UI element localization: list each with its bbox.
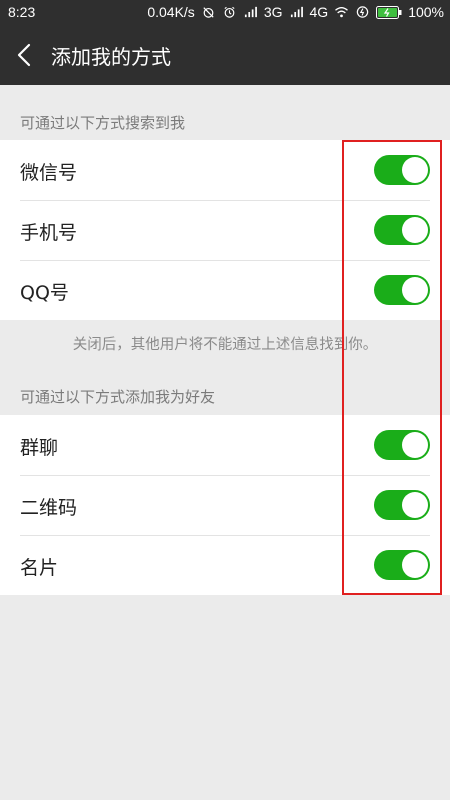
wifi-icon (335, 7, 349, 18)
business-card-toggle[interactable] (374, 550, 430, 580)
qq-toggle[interactable] (374, 275, 430, 305)
toggle-knob (402, 552, 428, 578)
toggle-knob (402, 157, 428, 183)
row-label: 群聊 (20, 437, 59, 459)
status-bar: 8:23 0.04K/s 3G 4G 100% (0, 0, 450, 26)
toggle-knob (402, 432, 428, 458)
status-time: 8:23 (8, 4, 36, 20)
page-title: 添加我的方式 (51, 45, 171, 69)
data-icon (356, 6, 369, 18)
network-type-3g: 3G (263, 4, 283, 20)
section-header-add: 可通过以下方式添加我为好友 (20, 388, 216, 406)
toggle-knob (402, 277, 428, 303)
section-header-search: 可通过以下方式搜索到我 (20, 114, 186, 132)
toggle-knob (402, 492, 428, 518)
chevron-left-icon[interactable] (14, 42, 38, 68)
battery-icon (376, 5, 402, 19)
setting-row-group-chat: 群聊 (0, 415, 450, 475)
group-chat-toggle[interactable] (374, 430, 430, 460)
setting-row-qr-code: 二维码 (0, 475, 450, 535)
row-label: QQ号 (20, 282, 69, 304)
search-methods-list: 微信号 手机号 QQ号 (0, 140, 450, 320)
status-indicators: 0.04K/s 3G 4G 100% (147, 4, 444, 20)
alarm-off-icon (203, 7, 214, 18)
wechat-id-toggle[interactable] (374, 155, 430, 185)
setting-row-wechat-id: 微信号 (0, 140, 450, 200)
qr-code-toggle[interactable] (374, 490, 430, 520)
title-bar: 添加我的方式 (0, 26, 450, 85)
battery-percent: 100% (408, 4, 444, 20)
signal-icon (244, 6, 257, 18)
phone-toggle[interactable] (374, 215, 430, 245)
search-note: 关闭后，其他用户将不能通过上述信息找到你。 (72, 337, 378, 353)
toggle-knob (402, 217, 428, 243)
row-label: 二维码 (20, 497, 78, 519)
add-methods-list: 群聊 二维码 名片 (0, 415, 450, 595)
setting-row-business-card: 名片 (0, 535, 450, 595)
network-type-4g: 4G (309, 4, 329, 20)
setting-row-phone: 手机号 (0, 200, 450, 260)
row-label: 名片 (20, 557, 59, 579)
alarm-clock-icon (224, 6, 235, 18)
row-label: 手机号 (20, 222, 78, 244)
row-label: 微信号 (20, 162, 78, 184)
setting-row-qq: QQ号 (0, 260, 450, 320)
signal-icon (290, 6, 303, 18)
network-speed: 0.04K/s (147, 4, 195, 20)
